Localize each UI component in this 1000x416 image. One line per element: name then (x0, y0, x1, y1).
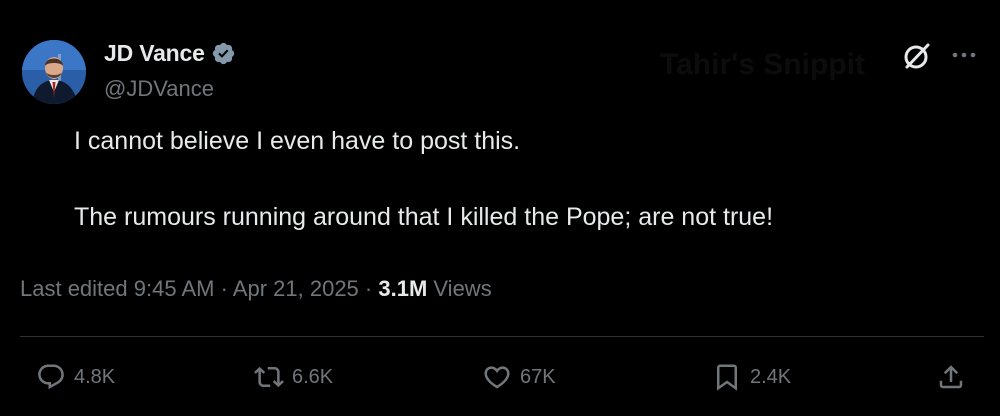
tweet-meta: Last edited 9:45 AM · Apr 21, 2025 · 3.1… (20, 276, 492, 302)
author-name[interactable]: JD Vance (104, 40, 205, 67)
author-name-row: JD Vance (104, 40, 236, 67)
grok-icon[interactable] (901, 40, 933, 72)
views-label: Views (433, 276, 492, 301)
tweet-line: The rumours running around that I killed… (74, 203, 774, 231)
avatar-photo (22, 40, 86, 104)
heart-icon (484, 366, 510, 389)
avatar[interactable] (22, 40, 86, 104)
tweet-card: JD Vance @JDVance Tahir's Snippit I cann… (0, 0, 1000, 416)
share-button[interactable] (936, 362, 966, 392)
reply-icon (38, 364, 64, 390)
author-handle[interactable]: @JDVance (104, 76, 214, 102)
verified-badge-icon[interactable] (211, 41, 236, 66)
watermark: Tahir's Snippit (660, 48, 865, 81)
reply-count: 4.8K (74, 365, 116, 388)
share-icon (939, 365, 963, 389)
divider (20, 336, 984, 337)
like-count: 67K (520, 365, 556, 388)
edited-timestamp[interactable]: Last edited 9:45 AM · Apr 21, 2025 · (20, 276, 372, 301)
bookmark-icon (717, 364, 737, 391)
like-button[interactable]: 67K (482, 362, 556, 392)
bookmark-button[interactable]: 2.4K (712, 362, 791, 392)
bookmark-count: 2.4K (750, 365, 792, 388)
reply-button[interactable]: 4.8K (36, 362, 115, 392)
tweet-text: I cannot believe I even have to post thi… (74, 122, 974, 236)
repost-count: 6.6K (292, 365, 334, 388)
repost-icon (254, 366, 284, 388)
more-options-icon[interactable] (949, 44, 979, 66)
repost-button[interactable]: 6.6K (254, 362, 333, 392)
views-count[interactable]: 3.1M (378, 276, 427, 301)
tweet-line: I cannot believe I even have to post thi… (74, 127, 521, 155)
